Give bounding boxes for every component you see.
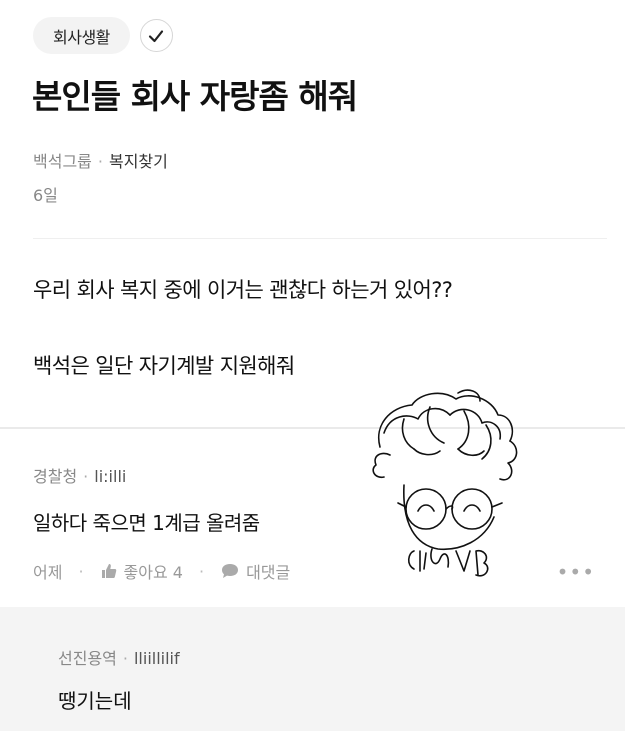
meta-dot: · [122, 649, 128, 668]
post-date: 6일 [33, 186, 58, 205]
reply-comment: 선진용역 · lliillilif 땡기는데 [0, 607, 625, 731]
meta-dot: · [78, 561, 84, 581]
reply-button[interactable]: 대댓글 [220, 559, 290, 583]
comment: 경찰청 · li:illi 일하다 죽으면 1계급 올려줌 어제 · 좋아요 4 ·… [0, 429, 625, 607]
more-dots-icon[interactable]: ••• [557, 560, 595, 584]
meta-dot: · [97, 152, 103, 171]
meta-dot: · [83, 467, 89, 486]
comment-author: 경찰청 · li:illi [33, 463, 126, 487]
board-name[interactable]: 복지찾기 [109, 152, 168, 171]
reply-author-company[interactable]: 선진용역 [58, 649, 117, 668]
comment-author-nick[interactable]: li:illi [94, 467, 126, 486]
category-tag[interactable]: 회사생활 [33, 17, 130, 54]
reply-author: 선진용역 · lliillilif [58, 645, 180, 669]
post-meta: 백석그룹 · 복지찾기 [33, 148, 168, 172]
tag-row: 회사생활 [33, 17, 173, 54]
like-label: 좋아요 4 [123, 563, 183, 582]
comment-author-company[interactable]: 경찰청 [33, 467, 77, 486]
author-company[interactable]: 백석그룹 [33, 152, 92, 171]
post-body-line-1: 우리 회사 복지 중에 이거는 괜찮다 하는거 있어?? [33, 278, 453, 302]
post-body-line-2: 백석은 일단 자기계발 지원해줘 [33, 354, 295, 378]
reply-author-nick[interactable]: lliillilif [134, 649, 180, 668]
thumbs-up-icon [101, 564, 116, 578]
reply-text: 땡기는데 [58, 689, 132, 713]
like-button[interactable]: 좋아요 4 [100, 559, 183, 583]
comment-text: 일하다 죽으면 1계급 올려줌 [33, 511, 260, 535]
post-title: 본인들 회사 자랑좀 해줘 [32, 77, 358, 116]
check-icon[interactable] [139, 19, 173, 52]
meta-dot: · [198, 561, 205, 581]
divider [33, 238, 607, 239]
doodle-character-drawing [372, 389, 518, 577]
comment-actions: 어제 · 좋아요 4 · 대댓글 [33, 559, 290, 583]
comment-time: 어제 [33, 563, 63, 582]
speech-bubble-icon [222, 564, 239, 578]
post: 회사생활 본인들 회사 자랑좀 해줘 백석그룹 · 복지찾기 6일 우리 회사 복지… [0, 0, 625, 427]
reply-label: 대댓글 [246, 563, 291, 582]
